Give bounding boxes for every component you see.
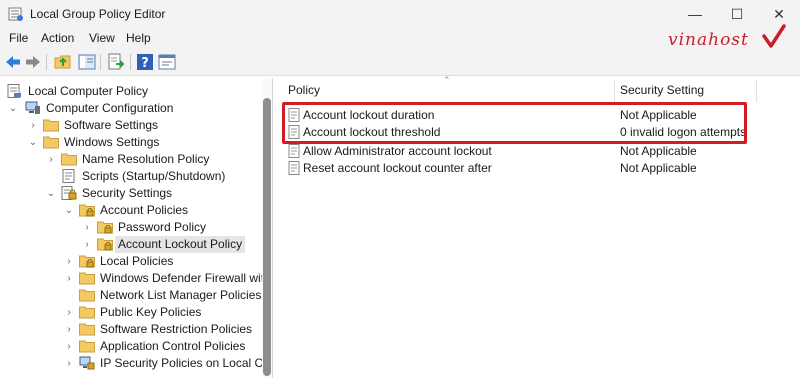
expand-chevron-icon[interactable]: › bbox=[82, 236, 92, 253]
folder-lock-icon bbox=[79, 255, 95, 268]
tree-label: Name Resolution Policy bbox=[82, 152, 210, 166]
menu-help[interactable]: Help bbox=[126, 31, 151, 45]
policy-setting-value: Not Applicable bbox=[620, 161, 697, 175]
folder-icon bbox=[61, 153, 77, 166]
ip-security-icon bbox=[79, 356, 95, 370]
tree-label: Network List Manager Policies bbox=[100, 288, 262, 302]
computer-policy-icon bbox=[7, 84, 21, 98]
expand-chevron-icon[interactable]: › bbox=[46, 151, 56, 168]
tree-label: Security Settings bbox=[82, 186, 173, 200]
policy-setting-value: Not Applicable bbox=[620, 144, 697, 158]
folder-icon bbox=[43, 136, 59, 149]
sort-caret-icon: ⌃ bbox=[443, 75, 451, 85]
tree-label: Computer Configuration bbox=[46, 101, 174, 115]
tree-label: Local Policies bbox=[100, 254, 174, 268]
expand-chevron-icon[interactable]: ⌄ bbox=[28, 134, 38, 151]
tree-label: Password Policy bbox=[118, 220, 207, 234]
menu-action[interactable]: Action bbox=[41, 31, 74, 45]
folder-icon bbox=[79, 306, 95, 319]
expand-chevron-icon[interactable]: ⌄ bbox=[64, 202, 74, 219]
back-icon[interactable] bbox=[4, 53, 22, 71]
tree-label: Scripts (Startup/Shutdown) bbox=[82, 169, 226, 183]
script-icon bbox=[62, 169, 75, 183]
folder-icon bbox=[79, 340, 95, 353]
tree-scrollbar-thumb[interactable] bbox=[263, 98, 271, 376]
window-title: Local Group Policy Editor bbox=[30, 7, 166, 21]
expand-chevron-icon[interactable]: › bbox=[82, 219, 92, 236]
tree-label: IP Security Policies on Local Com bbox=[100, 356, 273, 370]
close-button[interactable]: ✕ bbox=[764, 4, 794, 24]
tree-label: Application Control Policies bbox=[100, 339, 246, 353]
folder-lock-icon bbox=[97, 238, 113, 251]
properties-icon[interactable] bbox=[158, 53, 176, 71]
title-bar: Local Group Policy Editor — ☐ ✕ bbox=[0, 0, 800, 28]
group-policy-app-icon bbox=[8, 7, 23, 21]
folder-icon bbox=[79, 289, 95, 302]
toolbar-separator bbox=[130, 54, 131, 70]
policy-row-allow-administrator-account-lockout[interactable]: Allow Administrator account lockout Not … bbox=[280, 143, 800, 160]
toolbar-separator bbox=[100, 54, 101, 70]
tree-label: Software Settings bbox=[64, 118, 159, 132]
column-divider[interactable] bbox=[756, 80, 757, 102]
tree-label: Public Key Policies bbox=[100, 305, 202, 319]
svg-text:?: ? bbox=[141, 56, 149, 71]
toolbar-separator bbox=[46, 54, 47, 70]
policy-setting-icon bbox=[288, 144, 300, 158]
folder-lock-icon bbox=[79, 204, 95, 217]
folder-icon bbox=[43, 119, 59, 132]
policy-name: Allow Administrator account lockout bbox=[303, 144, 492, 158]
expand-chevron-icon[interactable]: › bbox=[64, 321, 74, 338]
menu-view[interactable]: View bbox=[89, 31, 115, 45]
policy-setting-icon bbox=[288, 161, 300, 175]
tree-label: Account Policies bbox=[100, 203, 189, 217]
expand-chevron-icon[interactable]: › bbox=[28, 117, 38, 134]
expand-chevron-icon[interactable]: ⌄ bbox=[46, 185, 56, 202]
vinahost-logo: vinahost bbox=[668, 30, 749, 50]
column-divider[interactable] bbox=[614, 80, 615, 102]
minimize-button[interactable]: — bbox=[680, 4, 710, 24]
show-hide-tree-icon[interactable] bbox=[78, 53, 96, 71]
expand-chevron-icon[interactable]: › bbox=[64, 304, 74, 321]
security-settings-icon bbox=[61, 186, 77, 200]
tree-label: Local Computer Policy bbox=[28, 84, 149, 98]
forward-icon[interactable] bbox=[24, 53, 42, 71]
expand-chevron-icon[interactable]: › bbox=[64, 338, 74, 355]
help-icon[interactable]: ? bbox=[136, 53, 154, 71]
console-tree[interactable]: Local Computer Policy ⌄ Computer Configu… bbox=[0, 78, 273, 378]
expand-chevron-icon[interactable]: ⌄ bbox=[8, 100, 18, 117]
policy-row-reset-account-lockout-counter[interactable]: Reset account lockout counter after Not … bbox=[280, 160, 800, 177]
column-header-policy[interactable]: Policy bbox=[288, 78, 320, 102]
menu-file[interactable]: File bbox=[9, 31, 28, 45]
expand-chevron-icon[interactable]: › bbox=[64, 270, 74, 287]
export-list-icon[interactable] bbox=[107, 53, 125, 71]
folder-icon bbox=[79, 272, 95, 285]
toolbar: ? bbox=[0, 48, 800, 76]
computer-icon bbox=[25, 101, 40, 114]
policy-name: Reset account lockout counter after bbox=[303, 161, 492, 175]
tree-label: Account Lockout Policy bbox=[115, 236, 246, 253]
column-header-security-setting[interactable]: Security Setting bbox=[620, 78, 704, 102]
expand-chevron-icon[interactable]: › bbox=[64, 355, 74, 372]
brand-check-icon bbox=[762, 24, 786, 48]
folder-lock-icon bbox=[97, 221, 113, 234]
up-folder-icon[interactable] bbox=[54, 53, 72, 71]
folder-icon bbox=[79, 323, 95, 336]
maximize-button[interactable]: ☐ bbox=[722, 4, 752, 24]
highlight-annotation-box bbox=[282, 102, 747, 144]
expand-chevron-icon[interactable]: › bbox=[64, 253, 74, 270]
tree-label: Software Restriction Policies bbox=[100, 322, 253, 336]
tree-label: Windows Defender Firewall with bbox=[100, 271, 271, 285]
tree-label: Windows Settings bbox=[64, 135, 160, 149]
